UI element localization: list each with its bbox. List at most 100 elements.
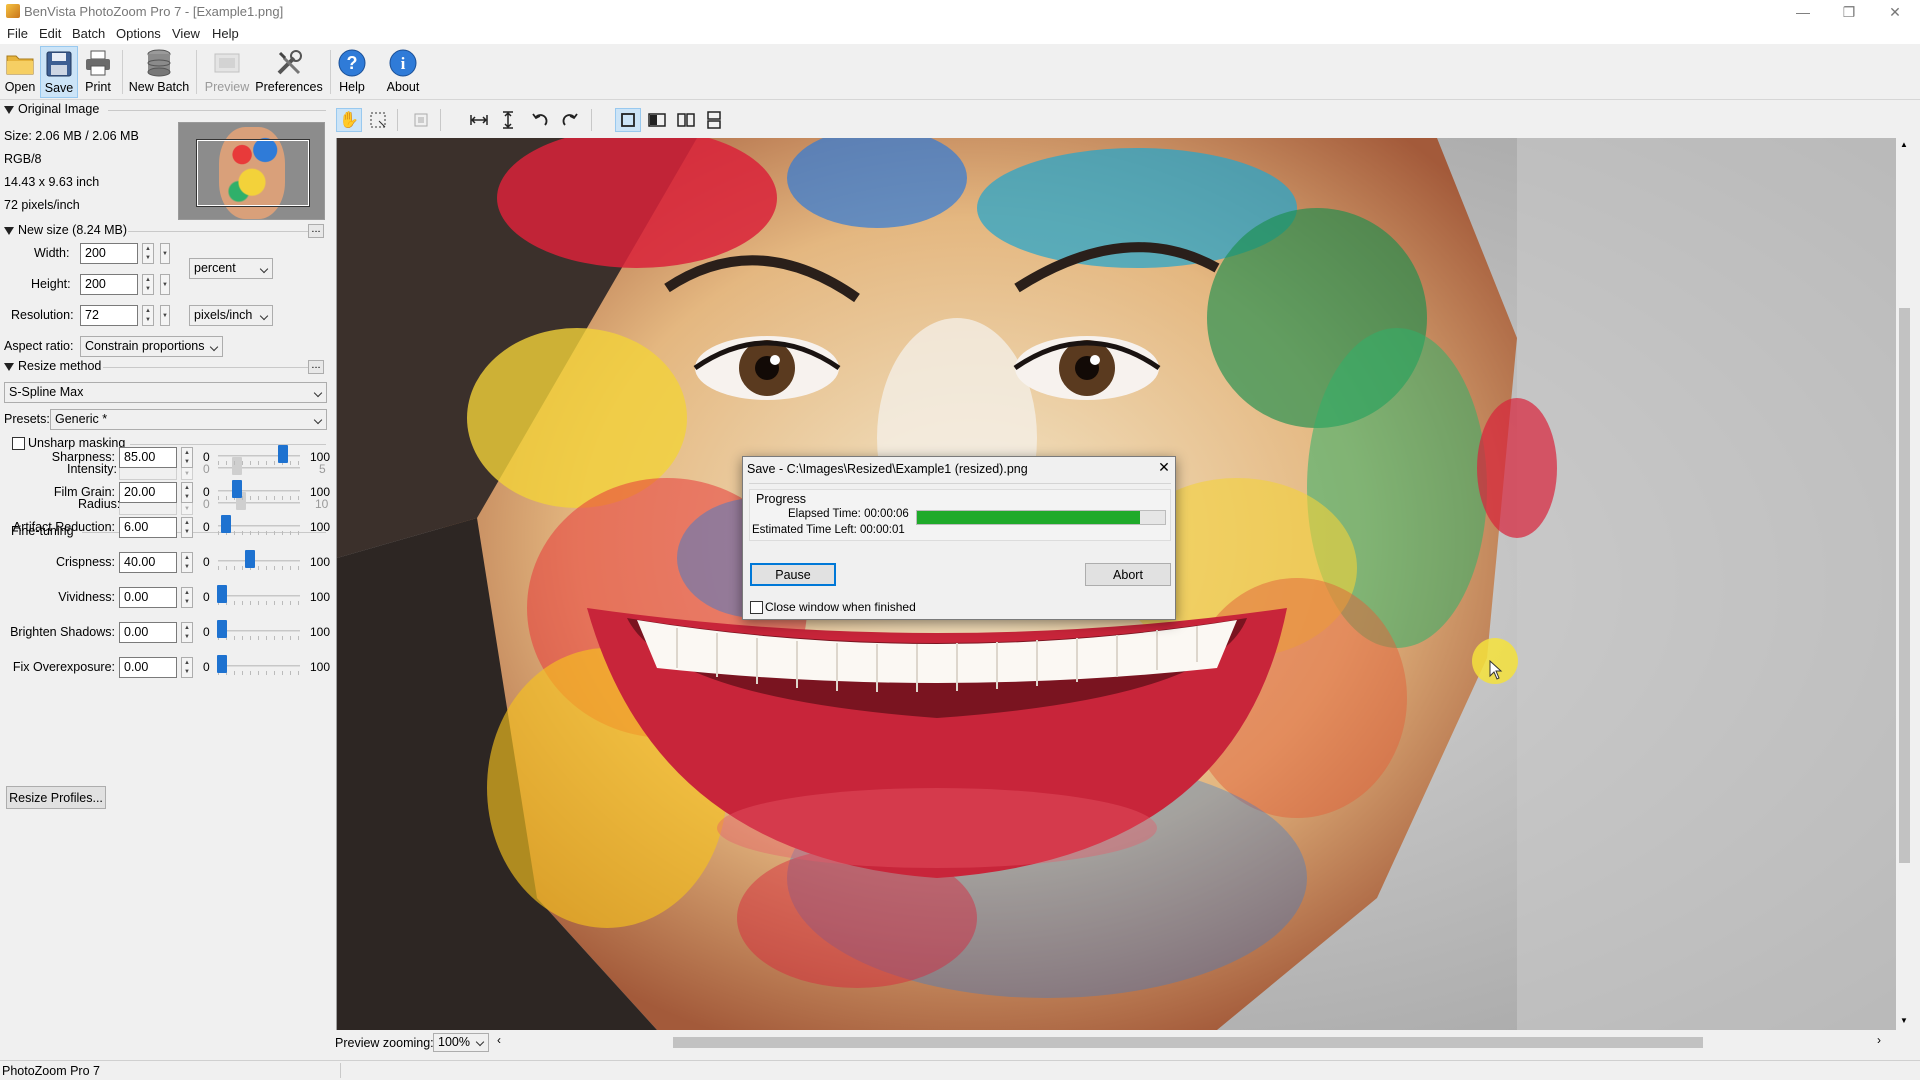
scroll-down-icon[interactable]: ▼ [1900,1016,1908,1025]
rotate-right-button[interactable] [557,108,583,132]
preview-bottom-bar: Preview zooming: 100% ‹ › [333,1030,1920,1054]
scroll-right-icon[interactable]: › [1877,1033,1881,1047]
crop-selection-button[interactable] [365,108,391,132]
fine-tuning-input[interactable]: 0.00 [119,587,177,608]
fine-tuning-slider-thumb[interactable] [278,445,288,463]
restore-button[interactable]: ❐ [1826,0,1872,24]
view-toolbar: ✋ [333,100,1920,138]
height-label: Height: [31,277,71,291]
tools-icon [272,46,306,80]
help-button[interactable]: ? Help [334,46,370,98]
fine-tuning-slider-thumb[interactable] [245,550,255,568]
fine-tuning-input[interactable]: 0.00 [119,622,177,643]
abort-button[interactable]: Abort [1085,563,1171,586]
resolution-unit-dropdown[interactable]: pixels/inch [189,305,273,326]
flip-horizontal-button[interactable] [466,108,492,132]
fine-tuning-slider-thumb[interactable] [217,655,227,673]
intensity-slider-thumb[interactable] [232,457,242,475]
save-button[interactable]: Save [40,46,78,98]
menu-batch[interactable]: Batch [72,26,105,41]
height-input[interactable]: 200 [80,274,138,295]
side-by-side-view-button[interactable] [673,108,699,132]
menu-help[interactable]: Help [212,26,239,41]
menu-view[interactable]: View [172,26,200,41]
fine-tuning-slider-thumb[interactable] [217,620,227,638]
fine-tuning-slider-thumb[interactable] [232,480,242,498]
divider [130,444,326,445]
open-button[interactable]: Open [2,46,38,98]
width-input[interactable]: 200 [80,243,138,264]
width-unit-toggle[interactable]: ▼ [160,243,170,264]
fine-tuning-spinner[interactable]: ▲ ▼ [181,622,193,643]
scroll-left-icon[interactable]: ‹ [497,1033,501,1047]
menu-edit[interactable]: Edit [39,26,61,41]
fine-tuning-spinner[interactable]: ▲ ▼ [181,587,193,608]
scroll-up-icon[interactable]: ▲ [1900,140,1908,149]
preferences-button[interactable]: Preferences [255,46,323,98]
print-button[interactable]: Print [80,46,116,98]
new-batch-button[interactable]: New Batch [128,46,190,98]
about-label: About [386,80,420,94]
split-view-button[interactable] [644,108,670,132]
fine-tuning-spinner[interactable]: ▲ ▼ [181,517,193,538]
resolution-input[interactable]: 72 [80,305,138,326]
fine-tuning-input[interactable]: 0.00 [119,657,177,678]
fine-tuning-max: 100 [310,625,331,639]
fit-crop-button[interactable] [408,108,434,132]
main-toolbar: Open Save Print New Batch Preview Prefer… [0,44,1920,100]
fine-tuning-input[interactable]: 40.00 [119,552,177,573]
fine-tuning-slider-thumb[interactable] [221,515,231,533]
folder-icon [3,46,37,80]
vertical-scroll-thumb[interactable] [1899,308,1910,863]
new-size-header[interactable]: New size (8.24 MB) [4,223,127,237]
size-unit-dropdown[interactable]: percent [189,258,273,279]
fine-tuning-spinner[interactable]: ▲ ▼ [181,482,193,503]
resize-method-more-button[interactable]: ... [308,360,324,374]
collapse-triangle-icon [4,226,14,235]
rotate-left-button[interactable] [527,108,553,132]
single-view-button[interactable] [615,108,641,132]
resize-method-dropdown[interactable]: S-Spline Max [4,382,327,403]
resolution-spinner[interactable]: ▲ ▼ [142,305,154,326]
resize-method-header[interactable]: Resize method [4,359,101,373]
navigator-viewport-frame[interactable] [196,139,310,207]
presets-dropdown[interactable]: Generic * [50,409,327,430]
aspect-ratio-dropdown[interactable]: Constrain proportions [80,336,223,357]
unsharp-masking-checkbox[interactable] [12,437,25,450]
menu-file[interactable]: File [7,26,28,41]
navigator-thumbnail[interactable] [178,122,325,220]
minimize-button[interactable]: — [1780,0,1826,24]
fine-tuning-spinner[interactable]: ▲ ▼ [181,657,193,678]
about-button[interactable]: i About [382,46,424,98]
preview-button[interactable]: Preview [202,46,252,98]
stacked-view-button[interactable] [701,108,727,132]
estimated-time-left: Estimated Time Left: 00:00:01 [752,524,905,536]
dialog-close-icon[interactable]: ✕ [1155,459,1173,477]
hand-tool-button[interactable]: ✋ [336,108,362,132]
fine-tuning-slider-thumb[interactable] [217,585,227,603]
new-size-more-button[interactable]: ... [308,224,324,238]
fine-tuning-input[interactable]: 6.00 [119,517,177,538]
height-spinner[interactable]: ▲ ▼ [142,274,154,295]
menu-options[interactable]: Options [116,26,161,41]
pause-button[interactable]: Pause [750,563,836,586]
flip-vertical-button[interactable] [495,108,521,132]
fine-tuning-spinner[interactable]: ▲ ▼ [181,447,193,468]
original-image-header[interactable]: Original Image [4,102,99,116]
close-window-button[interactable]: ✕ [1872,0,1918,24]
rotate-left-icon [532,113,548,126]
fine-tuning-input[interactable]: 85.00 [119,447,177,468]
close-when-finished-checkbox[interactable] [750,601,763,614]
fine-tuning-spinner[interactable]: ▲ ▼ [181,552,193,573]
preview-zoom-dropdown[interactable]: 100% [433,1033,489,1052]
resolution-unit-toggle[interactable]: ▼ [160,305,170,326]
intensity-track [218,467,300,469]
horizontal-scrollbar[interactable]: ‹ › [495,1033,1893,1051]
vertical-scrollbar[interactable]: ▲ ▼ [1896,138,1913,1030]
close-when-finished-label: Close window when finished [765,600,916,614]
fine-tuning-input[interactable]: 20.00 [119,482,177,503]
width-spinner[interactable]: ▲ ▼ [142,243,154,264]
height-unit-toggle[interactable]: ▼ [160,274,170,295]
horizontal-scroll-thumb[interactable] [673,1037,1703,1048]
resize-profiles-button[interactable]: Resize Profiles... [6,786,106,809]
